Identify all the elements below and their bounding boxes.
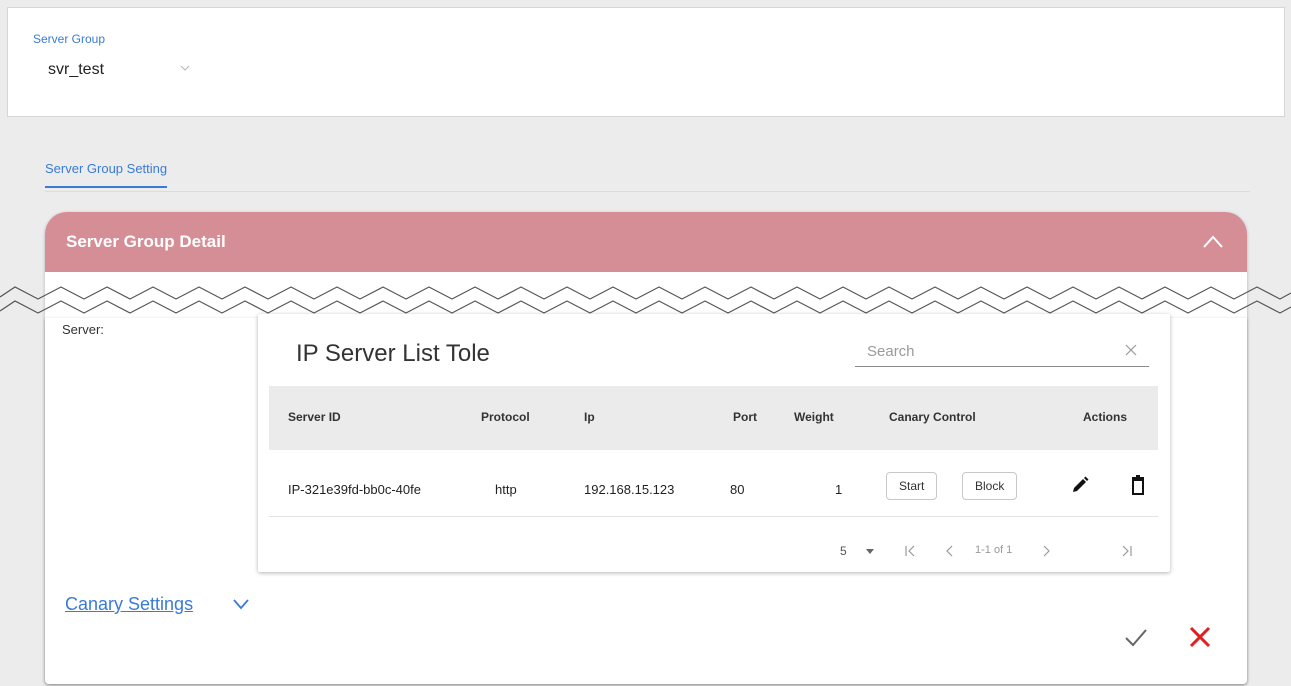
prev-page-icon[interactable] [943, 544, 957, 558]
canary-settings-link[interactable]: Canary Settings [65, 594, 193, 615]
col-weight[interactable]: Weight [794, 410, 834, 424]
pagination: 5 1-1 of 1 [269, 542, 1158, 562]
col-actions: Actions [1083, 410, 1128, 424]
cell-port: 80 [730, 482, 745, 497]
tab-server-group-setting[interactable]: Server Group Setting [45, 161, 168, 188]
card-header: Server Group Detail [45, 212, 1247, 272]
col-port[interactable]: Port [733, 410, 757, 424]
next-page-icon[interactable] [1039, 544, 1053, 558]
cell-server-id: IP-321e39fd-bb0c-40fe [288, 482, 421, 497]
start-button[interactable]: Start [886, 472, 938, 500]
card-title: Server Group Detail [66, 232, 226, 251]
col-protocol[interactable]: Protocol [481, 410, 530, 424]
chevron-up-icon[interactable] [1201, 232, 1225, 252]
chevron-down-icon[interactable] [863, 544, 877, 558]
page-range: 1-1 of 1 [975, 544, 1013, 556]
search-input[interactable] [865, 338, 1109, 364]
table-row: IP-321e39fd-bb0c-40fe http 192.168.15.12… [269, 450, 1158, 517]
last-page-icon[interactable] [1120, 544, 1134, 558]
close-icon[interactable] [1125, 344, 1137, 356]
server-label: Server: [62, 322, 104, 337]
cell-protocol: http [495, 482, 517, 497]
server-group-label: Server Group [33, 32, 106, 46]
block-button[interactable]: Block [962, 472, 1018, 500]
table-header: Server ID Protocol Ip Port Weight Canary… [269, 386, 1158, 450]
cell-ip: 192.168.15.123 [584, 482, 675, 497]
trash-icon[interactable] [1127, 474, 1149, 496]
col-server-id[interactable]: Server ID [288, 410, 341, 424]
server-group-panel: Server Group svr_test [7, 7, 1285, 117]
page-size-select[interactable]: 5 [840, 544, 847, 558]
col-ip[interactable]: Ip [584, 410, 595, 424]
chevron-down-icon[interactable] [232, 596, 250, 612]
col-canary-control: Canary Control [889, 410, 976, 424]
check-icon[interactable] [1124, 625, 1148, 649]
first-page-icon[interactable] [903, 544, 917, 558]
cancel-icon[interactable] [1188, 625, 1212, 649]
cell-weight: 1 [835, 482, 843, 497]
tab-divider [45, 191, 1250, 192]
search-box [855, 336, 1149, 367]
server-group-select[interactable]: svr_test [48, 61, 104, 79]
pencil-icon[interactable] [1069, 474, 1091, 496]
server-list-title: IP Server List Tole [296, 340, 490, 367]
server-list-card: IP Server List Tole Server ID Protocol I… [258, 314, 1170, 572]
chevron-down-icon[interactable] [180, 63, 190, 73]
